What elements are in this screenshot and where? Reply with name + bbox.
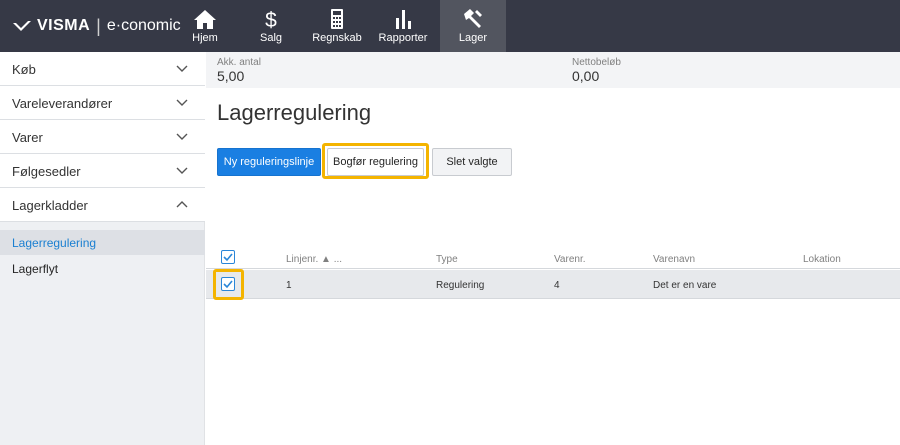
column-header-item-name[interactable]: Varenavn (653, 254, 695, 265)
nav-label: Lager (458, 32, 488, 44)
nav-label: Salg (259, 32, 283, 44)
nav-label: Regnskab (312, 32, 362, 44)
summary-bar: Akk. antal 5,00 Nettobeløb 0,00 (206, 52, 900, 88)
post-adjustment-button[interactable]: Bogfør regulering (327, 148, 424, 176)
visma-economic-logo[interactable]: VISMA | e·conomic (12, 14, 181, 38)
accumulated-quantity-value: 5,00 (217, 68, 245, 84)
sidebar: Køb Vareleverandører Varer Følgesedler L… (0, 52, 205, 445)
chevron-up-icon (176, 201, 188, 208)
hammer-icon (464, 9, 482, 28)
sidebar-item-label: Lagerflyt (12, 262, 59, 276)
net-amount-value: 0,00 (572, 68, 600, 84)
bar-chart-icon (396, 10, 411, 29)
visma-logo-icon (13, 21, 31, 31)
nav-lager[interactable]: Lager (440, 0, 506, 52)
new-adjustment-line-button[interactable]: Ny reguleringslinje (217, 148, 321, 176)
checkmark-icon (223, 253, 233, 262)
sidebar-section-folgesedler[interactable]: Følgesedler (0, 154, 205, 188)
checkmark-icon (223, 280, 233, 289)
column-header-item-number[interactable]: Varenr. (554, 254, 586, 265)
svg-text:$: $ (265, 9, 277, 30)
home-icon (194, 10, 216, 29)
dollar-icon: $ (265, 9, 277, 30)
sidebar-section-label: Følgesedler (12, 164, 81, 179)
chevron-down-icon (176, 65, 188, 72)
sidebar-section-label: Lagerkladder (12, 198, 88, 213)
sidebar-section-lagerkladder[interactable]: Lagerkladder (0, 188, 205, 222)
nav-label: Rapporter (378, 32, 428, 44)
sidebar-section-label: Varer (12, 130, 43, 145)
product-name: e·conomic (106, 17, 181, 34)
brand-separator: | (96, 15, 101, 36)
nav-salg[interactable]: $ Salg (238, 0, 304, 52)
row-checkbox[interactable] (221, 277, 235, 291)
sidebar-item-lagerregulering[interactable]: Lagerregulering (0, 230, 205, 255)
top-navigation-bar: VISMA | e·conomic Hjem $ Salg Regnskab R… (0, 0, 900, 52)
delete-selected-button[interactable]: Slet valgte (432, 148, 512, 176)
chevron-down-icon (176, 167, 188, 174)
table-header-divider (206, 268, 900, 269)
chevron-down-icon (176, 133, 188, 140)
cell-item-name: Det er en vare (653, 280, 717, 291)
cell-line-number: 1 (286, 280, 292, 291)
cell-type: Regulering (436, 280, 485, 291)
sidebar-section-label: Køb (12, 62, 36, 77)
nav-hjem[interactable]: Hjem (172, 0, 238, 52)
nav-rapporter[interactable]: Rapporter (370, 0, 436, 52)
accumulated-quantity-label: Akk. antal (217, 57, 261, 68)
select-all-checkbox[interactable] (221, 250, 235, 264)
sidebar-section-label: Vareleverandører (12, 96, 113, 111)
calculator-icon (331, 9, 343, 29)
net-amount-label: Nettobeløb (572, 57, 621, 68)
chevron-down-icon (176, 99, 188, 106)
nav-regnskab[interactable]: Regnskab (304, 0, 370, 52)
brand-name: VISMA (37, 17, 91, 34)
sidebar-section-vareleverandorer[interactable]: Vareleverandører (0, 86, 205, 120)
sidebar-item-label: Lagerregulering (12, 236, 97, 250)
sidebar-section-varer[interactable]: Varer (0, 120, 205, 154)
sidebar-section-kob[interactable]: Køb (0, 52, 205, 86)
column-header-line-number[interactable]: Linjenr. ▲ ... (286, 254, 342, 265)
nav-label: Hjem (192, 32, 218, 44)
page-title: Lagerregulering (217, 100, 372, 125)
column-header-type[interactable]: Type (436, 254, 458, 265)
column-header-location[interactable]: Lokation (803, 254, 841, 265)
table-row[interactable] (206, 270, 900, 299)
cell-item-number: 4 (554, 280, 560, 291)
sidebar-item-lagerflyt[interactable]: Lagerflyt (0, 256, 205, 281)
